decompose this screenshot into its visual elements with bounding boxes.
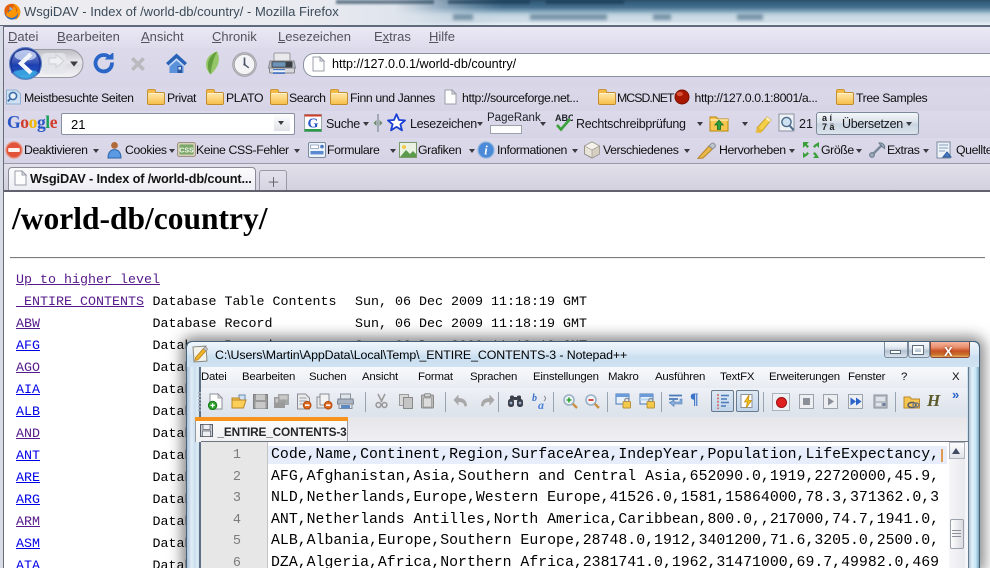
- svg-text:G: G: [308, 117, 319, 132]
- svg-text:ABC: ABC: [555, 113, 573, 123]
- svg-text:CSS: CSS: [179, 148, 194, 155]
- svg-text:i: i: [484, 144, 488, 158]
- svg-text:a: a: [538, 398, 544, 411]
- svg-text:b: b: [532, 393, 537, 404]
